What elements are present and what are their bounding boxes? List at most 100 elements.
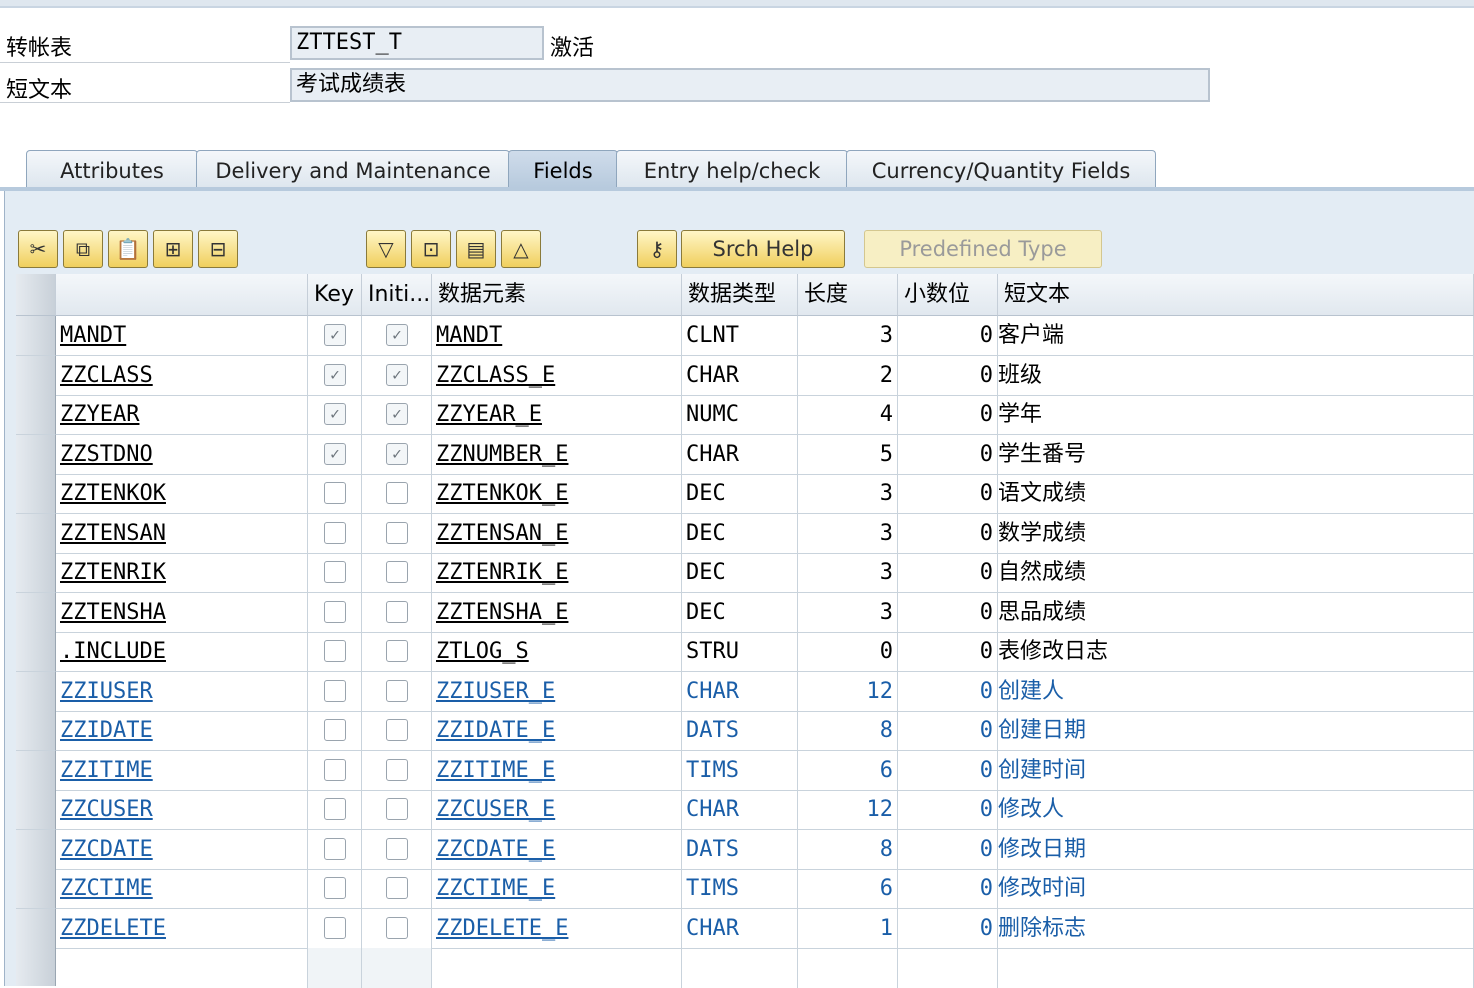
col-header-decimals[interactable]: 小数位 <box>898 274 998 316</box>
initial-checkbox[interactable] <box>386 877 408 899</box>
initial-checkbox[interactable] <box>386 521 408 544</box>
field-name-cell[interactable]: ZZTENRIK <box>56 553 308 593</box>
paste-button[interactable]: 📋 <box>108 230 148 268</box>
row-selector[interactable] <box>16 434 56 475</box>
key-checkbox[interactable] <box>324 679 346 702</box>
row-selector[interactable] <box>16 711 56 751</box>
initial-checkbox[interactable] <box>386 482 408 504</box>
data-element-cell[interactable]: ZZITIME_E <box>432 750 682 791</box>
predefined-type-button[interactable]: Predefined Type <box>864 230 1102 268</box>
field-name-cell[interactable]: ZZCUSER <box>56 790 308 830</box>
select-all-cell[interactable] <box>16 274 56 316</box>
field-name-cell[interactable]: ZZYEAR <box>56 395 308 435</box>
copy-button[interactable]: ⧉ <box>63 230 103 268</box>
col-header-key[interactable]: Key <box>308 274 362 316</box>
key-checkbox[interactable] <box>324 640 346 662</box>
col-header-field[interactable] <box>56 274 308 316</box>
initial-checkbox[interactable] <box>386 640 408 662</box>
srch-help-button[interactable]: Srch Help <box>681 230 845 268</box>
key-checkbox[interactable] <box>324 719 346 741</box>
data-element-cell[interactable]: ZZCDATE_E <box>432 829 682 870</box>
data-element-cell[interactable]: ZZYEAR_E <box>432 395 682 435</box>
key-checkbox[interactable] <box>324 798 346 820</box>
field-name-cell[interactable]: ZZTENSAN <box>56 513 308 554</box>
row-selector[interactable] <box>16 355 56 396</box>
initial-checkbox[interactable] <box>386 837 408 860</box>
row-selector[interactable] <box>16 592 56 633</box>
key-checkbox[interactable] <box>324 482 346 504</box>
details-button[interactable]: ▤ <box>456 230 496 268</box>
field-name-cell[interactable]: ZZIDATE <box>56 711 308 751</box>
field-name-cell[interactable] <box>56 948 308 988</box>
initial-checkbox[interactable]: ✓ <box>386 363 408 386</box>
data-element-cell[interactable]: ZZCLASS_E <box>432 355 682 396</box>
short-text-field[interactable]: 考试成绩表 <box>290 68 1210 102</box>
data-element-cell[interactable]: ZZCTIME_E <box>432 869 682 909</box>
key-checkbox[interactable]: ✓ <box>324 403 346 425</box>
field-name-cell[interactable]: ZZCTIME <box>56 869 308 909</box>
data-element-cell[interactable]: ZTLOG_S <box>432 632 682 672</box>
initial-checkbox[interactable] <box>386 719 408 741</box>
key-checkbox[interactable] <box>324 916 346 939</box>
col-header-length[interactable]: 长度 <box>798 274 898 316</box>
delete-row-button[interactable]: ⊟ <box>198 230 238 268</box>
initial-checkbox[interactable] <box>386 758 408 781</box>
data-element-cell[interactable]: ZZIUSER_E <box>432 671 682 712</box>
expand-button[interactable]: ⊡ <box>411 230 451 268</box>
filter-button[interactable]: ▽ <box>366 230 406 268</box>
tab-attributes[interactable]: Attributes <box>26 150 198 188</box>
row-selector[interactable] <box>16 316 56 356</box>
data-element-cell[interactable]: MANDT <box>432 316 682 356</box>
collapse-button[interactable]: △ <box>501 230 541 268</box>
field-name-cell[interactable]: ZZITIME <box>56 750 308 791</box>
data-element-cell[interactable] <box>432 948 682 988</box>
row-selector[interactable] <box>16 869 56 909</box>
data-element-cell[interactable]: ZZNUMBER_E <box>432 434 682 475</box>
initial-checkbox[interactable] <box>386 679 408 702</box>
row-selector[interactable] <box>16 553 56 593</box>
field-name-cell[interactable]: ZZTENSHA <box>56 592 308 633</box>
table-name-field[interactable]: ZTTEST_T <box>290 26 544 60</box>
data-element-cell[interactable]: ZZDELETE_E <box>432 908 682 949</box>
field-name-cell[interactable]: ZZSTDNO <box>56 434 308 475</box>
row-selector[interactable] <box>16 948 56 986</box>
key-checkbox[interactable] <box>324 877 346 899</box>
field-name-cell[interactable]: ZZCDATE <box>56 829 308 870</box>
initial-checkbox[interactable] <box>386 798 408 820</box>
key-checkbox[interactable] <box>324 758 346 781</box>
col-header-initial[interactable]: Initi... <box>362 274 432 316</box>
cut-button[interactable]: ✂ <box>18 230 58 268</box>
row-selector[interactable] <box>16 750 56 791</box>
row-selector[interactable] <box>16 671 56 712</box>
tab-currency-quantity[interactable]: Currency/Quantity Fields <box>846 150 1156 188</box>
initial-checkbox[interactable] <box>386 916 408 939</box>
insert-row-button[interactable]: ⊞ <box>153 230 193 268</box>
row-selector[interactable] <box>16 632 56 672</box>
key-checkbox[interactable]: ✓ <box>324 442 346 465</box>
key-checkbox[interactable] <box>324 837 346 860</box>
data-element-cell[interactable]: ZZIDATE_E <box>432 711 682 751</box>
row-selector[interactable] <box>16 395 56 435</box>
data-element-cell[interactable]: ZZTENKOK_E <box>432 474 682 514</box>
key-checkbox[interactable] <box>324 600 346 623</box>
key-checkbox[interactable] <box>324 561 346 583</box>
tab-delivery-maintenance[interactable]: Delivery and Maintenance <box>196 150 510 188</box>
data-element-cell[interactable]: ZZTENSAN_E <box>432 513 682 554</box>
field-name-cell[interactable]: ZZTENKOK <box>56 474 308 514</box>
field-name-cell[interactable]: MANDT <box>56 316 308 356</box>
field-name-cell[interactable]: ZZDELETE <box>56 908 308 949</box>
data-element-cell[interactable]: ZZTENSHA_E <box>432 592 682 633</box>
row-selector[interactable] <box>16 474 56 514</box>
key-checkbox[interactable]: ✓ <box>324 363 346 386</box>
tab-fields[interactable]: Fields <box>508 150 618 188</box>
initial-checkbox[interactable]: ✓ <box>386 324 408 346</box>
initial-checkbox[interactable]: ✓ <box>386 403 408 425</box>
row-selector[interactable] <box>16 513 56 554</box>
foreign-key-button[interactable]: ⚷ <box>637 230 677 268</box>
row-selector[interactable] <box>16 790 56 830</box>
initial-checkbox[interactable]: ✓ <box>386 442 408 465</box>
data-element-cell[interactable]: ZZCUSER_E <box>432 790 682 830</box>
row-selector[interactable] <box>16 908 56 949</box>
col-header-short-text[interactable]: 短文本 <box>998 274 1474 316</box>
initial-checkbox[interactable] <box>386 561 408 583</box>
